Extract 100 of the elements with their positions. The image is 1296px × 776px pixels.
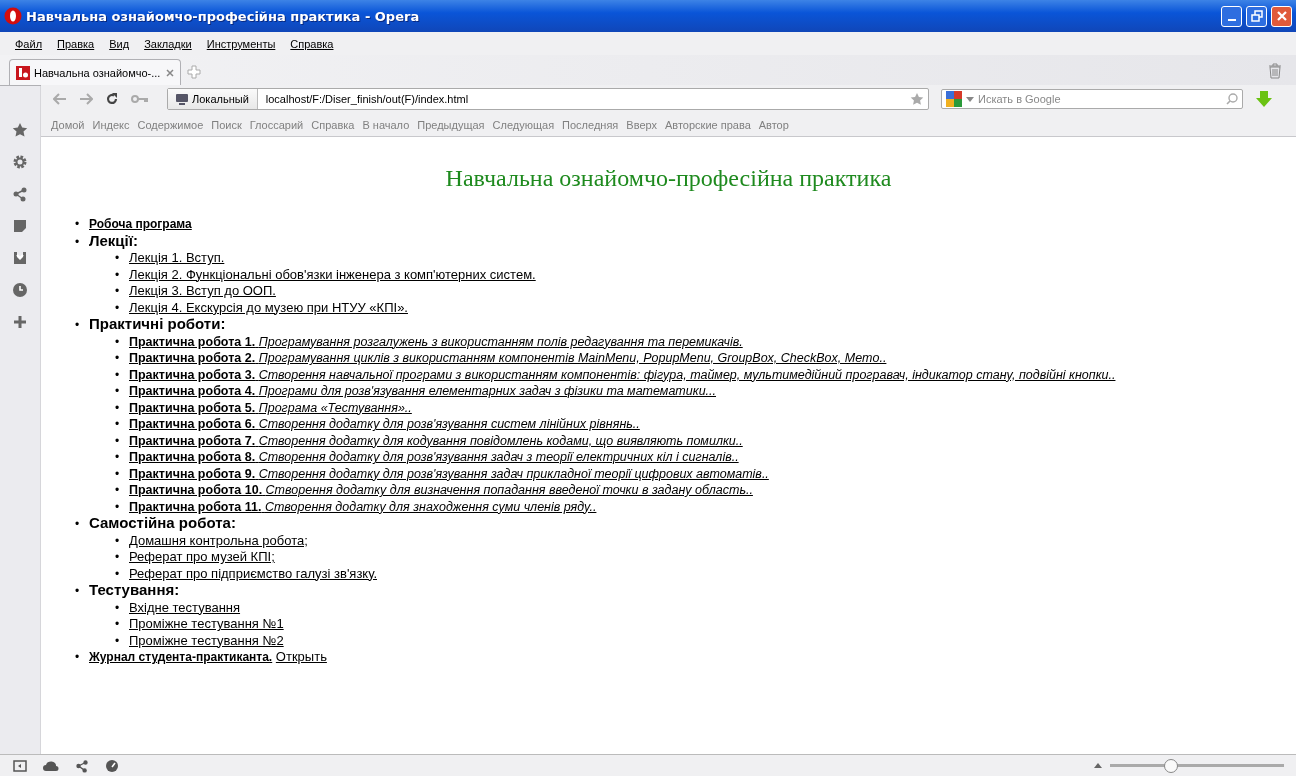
list-bullet: • bbox=[75, 583, 81, 600]
nav-link[interactable]: Вверх bbox=[626, 118, 657, 131]
star-icon[interactable] bbox=[12, 122, 28, 138]
site-badge[interactable]: Локальный bbox=[168, 89, 258, 109]
zoom-slider-thumb[interactable] bbox=[1164, 758, 1179, 773]
share-icon[interactable] bbox=[75, 758, 89, 773]
browser-tab[interactable]: Навчальна ознайомчо-... bbox=[9, 59, 181, 85]
panel-toggle-icon[interactable] bbox=[13, 759, 27, 772]
restore-button[interactable] bbox=[1246, 5, 1267, 27]
menu-item[interactable]: Инструменты bbox=[206, 37, 276, 50]
menu-item[interactable]: Файл bbox=[15, 37, 43, 50]
plus-icon[interactable] bbox=[12, 314, 28, 330]
nav-link[interactable]: Следующая bbox=[492, 118, 555, 131]
list-bullet: • bbox=[115, 565, 121, 582]
close-tab-icon[interactable] bbox=[166, 68, 174, 77]
zoom-arrow-icon[interactable] bbox=[1094, 763, 1102, 768]
page-link[interactable]: Вхідне тестування bbox=[129, 599, 241, 615]
browser-logo-icon bbox=[4, 7, 22, 25]
nav-link[interactable]: Глоссарий bbox=[249, 118, 304, 131]
badge-label: Локальный bbox=[192, 93, 249, 105]
nav-link[interactable]: Предыдущая bbox=[417, 118, 485, 131]
search-engine-icon[interactable] bbox=[946, 91, 962, 107]
page-link[interactable]: Практична робота 11. Створення додатку для знаходження суми членів ряду.. bbox=[129, 499, 597, 514]
page-link[interactable]: Открыть bbox=[275, 649, 327, 664]
list-bullet: • bbox=[115, 266, 121, 283]
page-link[interactable]: Лекція 3. Вступ до ООП. bbox=[129, 283, 276, 298]
nav-link[interactable]: Индекс bbox=[92, 118, 130, 131]
list-bullet: • bbox=[115, 383, 121, 400]
list-bullet: • bbox=[115, 449, 121, 466]
list-bullet: • bbox=[115, 333, 121, 350]
list-bullet: • bbox=[115, 482, 121, 499]
speedometer-icon[interactable] bbox=[105, 758, 119, 773]
list-bullet: • bbox=[115, 498, 121, 515]
page-link[interactable]: Реферат про підприємство галузі зв'язку. bbox=[129, 565, 377, 581]
address-field[interactable]: Локальный localhost/F:/Diser_finish/out(F)/index.html bbox=[167, 88, 929, 110]
page-link[interactable]: Робоча програма bbox=[89, 217, 192, 231]
list-bullet: • bbox=[75, 233, 81, 250]
list-bullet: • bbox=[75, 516, 81, 533]
list-bullet: • bbox=[115, 350, 121, 367]
nav-link[interactable]: Справка bbox=[311, 118, 355, 131]
menu-item[interactable]: Закладки bbox=[144, 37, 192, 50]
menu-item[interactable]: Вид bbox=[109, 37, 130, 50]
nav-link[interactable]: В начало bbox=[362, 118, 410, 131]
computer-icon bbox=[176, 93, 188, 105]
list-bullet: • bbox=[115, 632, 121, 649]
nav-link[interactable]: Содержимое bbox=[137, 118, 204, 131]
settings-icon[interactable] bbox=[12, 154, 28, 170]
page-link[interactable]: Практична робота 6. Створення додатку для розв'язування систем лінійних рівнянь.. bbox=[129, 417, 640, 431]
star-icon[interactable] bbox=[910, 92, 924, 106]
menu-item[interactable]: Справка bbox=[290, 37, 334, 50]
clock-icon[interactable] bbox=[12, 282, 28, 298]
address-value: localhost/F:/Diser_finish/out(F)/index.html bbox=[264, 93, 470, 105]
page-link[interactable]: Практична робота 3. Створення навчальної програми з використанням компонентів: фігура, таймер, мультимедійний програвач, індикатор стану, подвійні кнопки.. bbox=[129, 367, 1116, 382]
nav-link[interactable]: Поиск bbox=[211, 118, 242, 131]
nav-link[interactable]: Авторские права bbox=[665, 118, 751, 131]
search-bar[interactable]: Искать в Google bbox=[941, 89, 1243, 109]
list-bullet: • bbox=[115, 549, 121, 566]
list-bullet: • bbox=[75, 317, 81, 334]
page-link[interactable]: Практична робота 1. Програмування розгалужень з використанням полів редагування та перемикачів. bbox=[129, 334, 743, 349]
close-button[interactable] bbox=[1271, 5, 1292, 27]
minimize-button[interactable] bbox=[1221, 5, 1242, 27]
list-bullet: • bbox=[115, 416, 121, 433]
list-bullet: • bbox=[115, 283, 121, 300]
page-link[interactable]: Практична робота 2. Програмування циклів з використанням компонентів MainMenu, PopupMenu, GroupBox, CheckBox, Memo.. bbox=[129, 351, 887, 365]
menu-item[interactable]: Правка bbox=[57, 37, 95, 50]
restore-icon bbox=[1250, 10, 1263, 22]
list-bullet: • bbox=[115, 399, 121, 416]
nav-link[interactable]: Домой bbox=[51, 118, 85, 131]
list-bullet: • bbox=[115, 299, 121, 316]
nav-link[interactable]: Автор bbox=[758, 118, 789, 131]
list-bullet: • bbox=[115, 599, 121, 616]
page-link[interactable]: Проміжне тестування №1 bbox=[129, 616, 284, 631]
page-link[interactable]: Практична робота 10. Створення додатку для визначення попадання введеної точки в задану область.. bbox=[129, 483, 753, 497]
page-heading: Навчальна ознайомчо-професійна практика bbox=[444, 165, 893, 192]
page-link[interactable]: Реферат про музей КПІ; bbox=[129, 549, 275, 564]
reload-button[interactable] bbox=[105, 92, 119, 106]
page-link[interactable]: Практична робота 8. Створення додатку для розв'язування задач з теорії електричних кіл і сигналів.. bbox=[129, 450, 739, 464]
inbox-icon[interactable] bbox=[12, 250, 28, 266]
page-link[interactable]: Журнал студента-практиканта. bbox=[89, 650, 273, 664]
dropdown-icon[interactable] bbox=[966, 96, 974, 102]
section-title: Самостійна робота: bbox=[89, 514, 236, 531]
section-title: Лекції: bbox=[89, 231, 138, 249]
nav-link[interactable]: Последняя bbox=[562, 118, 619, 131]
section-title: Практичні роботи: bbox=[89, 315, 226, 332]
page-link[interactable]: Практична робота 4. Програми для розв'язування елементарних задач з фізики та математики... bbox=[129, 384, 716, 398]
page-link[interactable]: Лекція 1. Вступ. bbox=[129, 250, 225, 265]
page-link[interactable]: Лекція 4. Екскурсія до музею при НТУУ «КПІ». bbox=[129, 299, 408, 315]
list-bullet: • bbox=[115, 366, 121, 383]
page-link[interactable]: Проміжне тестування №2 bbox=[129, 632, 284, 648]
page-link[interactable]: Практична робота 5. Програма «Тестування».. bbox=[129, 400, 412, 415]
page-link[interactable]: Лекція 2. Функціональні обов'язки інженера з комп'ютерних систем. bbox=[129, 266, 536, 282]
share-icon[interactable] bbox=[12, 186, 28, 202]
cloud-icon[interactable] bbox=[43, 760, 59, 771]
trash-icon[interactable] bbox=[1268, 63, 1282, 79]
page-link[interactable]: Практична робота 7. Створення додатку для кодування повідомлень кодами, що виявляють помилки.. bbox=[129, 433, 743, 448]
page-link[interactable]: Домашня контрольна робота; bbox=[129, 532, 308, 548]
close-icon bbox=[1275, 10, 1288, 22]
page-link[interactable]: Практична робота 9. Створення додатку для розв'язування задач прикладної теорії цифрових автоматів.. bbox=[129, 466, 769, 481]
note-icon[interactable] bbox=[12, 218, 28, 234]
list-bullet: • bbox=[115, 432, 121, 449]
